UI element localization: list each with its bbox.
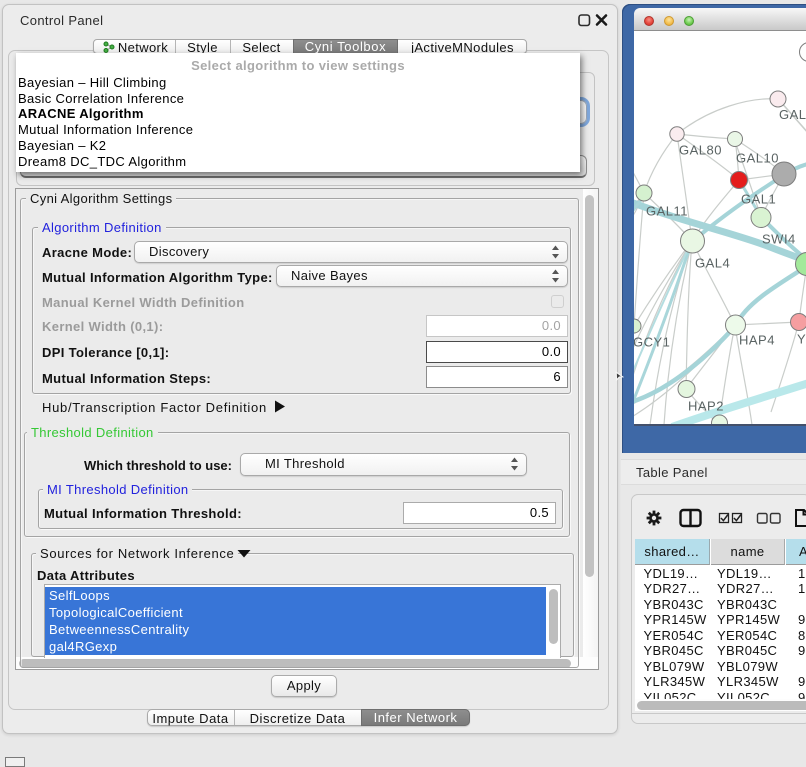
svg-text:GCY1: GCY1 [634, 335, 670, 350]
svg-text:HAP4: HAP4 [739, 333, 775, 348]
svg-text:GAL2: GAL2 [779, 107, 806, 122]
svg-text:GAL80: GAL80 [679, 143, 722, 158]
svg-text:SWI4: SWI4 [762, 232, 796, 247]
svg-text:GAL11: GAL11 [646, 204, 688, 219]
svg-text:GAL1: GAL1 [741, 192, 776, 207]
svg-text:HAP2: HAP2 [688, 399, 724, 414]
svg-text:YK: YK [797, 332, 806, 347]
svg-text:GAL4: GAL4 [695, 256, 730, 271]
svg-text:GAL10: GAL10 [736, 151, 779, 166]
